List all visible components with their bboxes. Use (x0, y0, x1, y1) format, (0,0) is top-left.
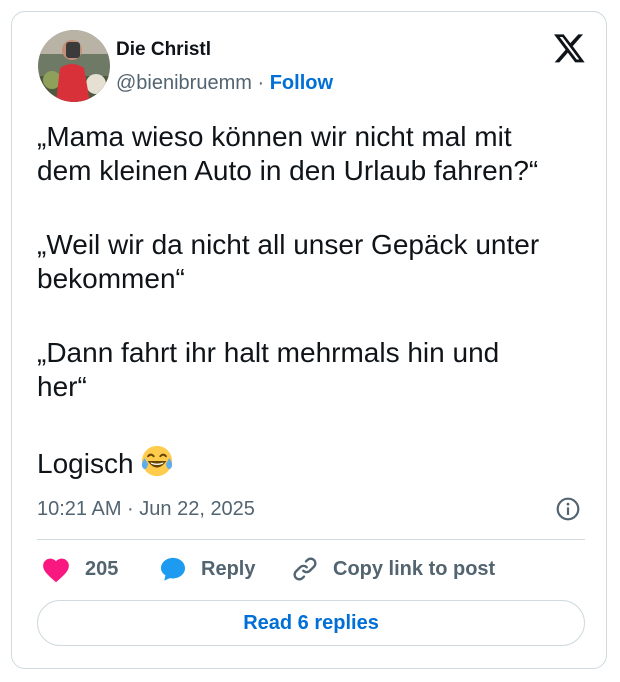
divider (37, 539, 585, 540)
handle-separator: · (257, 72, 265, 94)
like-button[interactable]: 205 (41, 552, 118, 586)
like-count: 205 (85, 558, 119, 580)
tweet-paragraph: „Mama wieso können wir nicht mal mit dem… (37, 121, 539, 186)
x-logo-icon[interactable] (554, 34, 586, 64)
author-handle-row: @bienibruemm · Follow (116, 70, 333, 96)
follow-button[interactable]: Follow (270, 72, 333, 94)
author-handle[interactable]: @bienibruemm (116, 72, 252, 94)
reply-button[interactable]: Reply (159, 552, 255, 586)
read-replies-button[interactable]: Read 6 replies (37, 600, 585, 646)
tweet-text: „Mama wieso können wir nicht mal mit dem… (37, 120, 587, 481)
copy-link-button[interactable]: Copy link to post (291, 552, 495, 586)
laughing-tears-emoji-icon (141, 445, 172, 477)
reply-label: Reply (201, 558, 256, 580)
tweet-timestamp[interactable]: 10:21 AM · Jun 22, 2025 (37, 496, 255, 522)
tweet-paragraph: „Dann fahrt ihr halt mehrmals hin und he… (37, 337, 500, 402)
avatar[interactable] (38, 30, 110, 102)
tweet-last-line: Logisch (37, 444, 587, 481)
copy-link-label: Copy link to post (333, 558, 496, 580)
reply-bubble-icon (160, 557, 186, 581)
info-icon[interactable] (555, 496, 581, 522)
link-icon (293, 557, 317, 581)
tweet-last-line-text: Logisch (37, 448, 134, 479)
tweet-paragraph: „Weil wir da nicht all unser Gepäck unte… (37, 229, 540, 294)
heart-icon (43, 558, 69, 583)
tweet-embed-card: Die Christl @bienibruemm · Follow „Mama … (11, 11, 607, 669)
author-display-name[interactable]: Die Christl (116, 38, 211, 62)
